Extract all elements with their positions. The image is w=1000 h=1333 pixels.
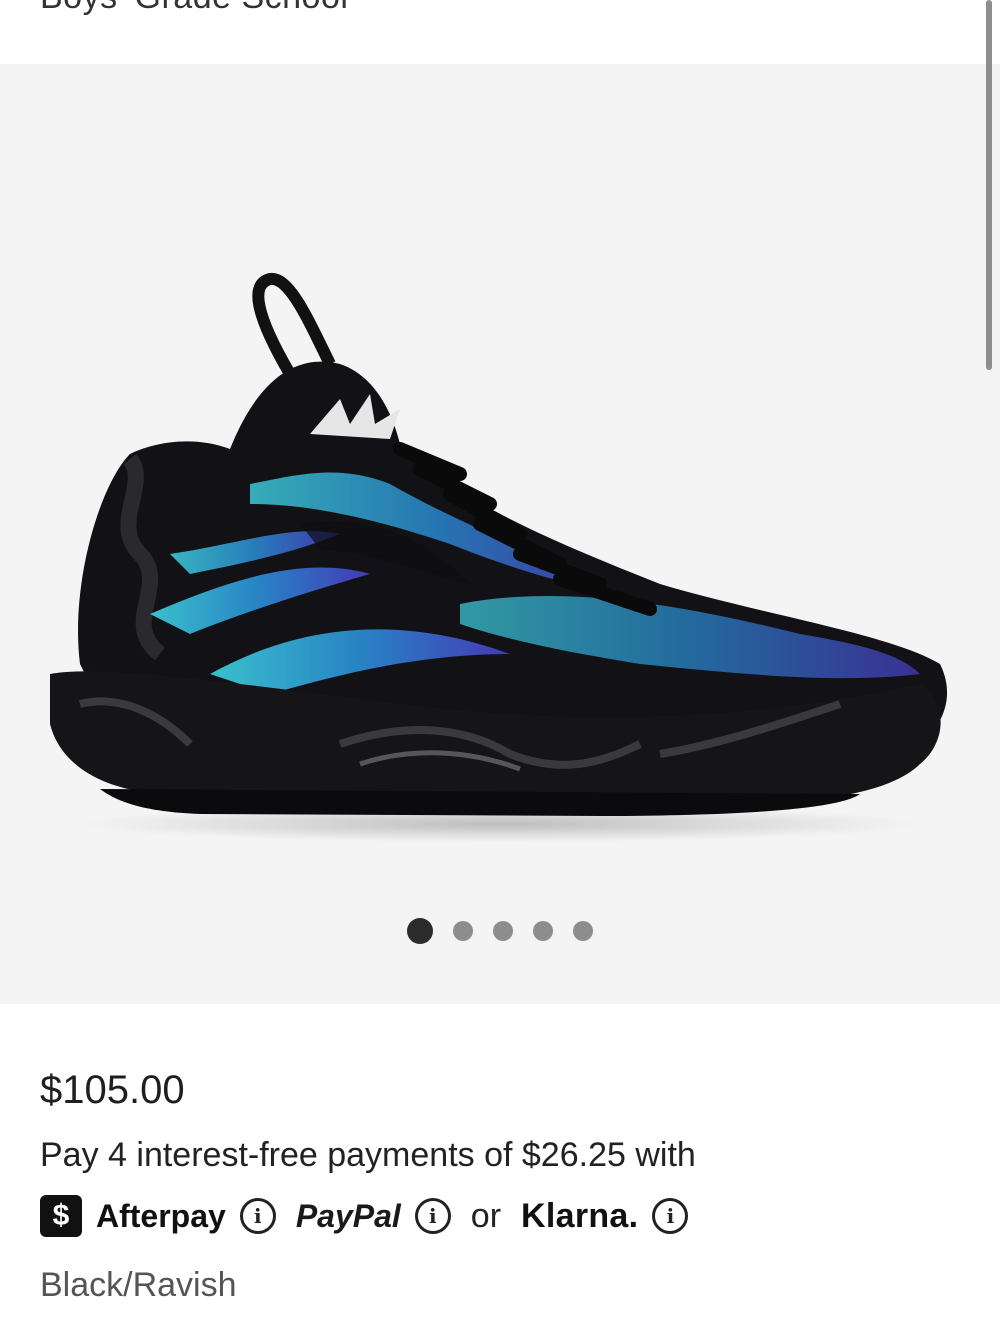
klarna-info-icon[interactable]: i xyxy=(652,1198,689,1234)
product-color: Black/Ravish xyxy=(40,1266,237,1304)
pagination-dot-3[interactable] xyxy=(493,921,513,941)
afterpay-label: Afterpay xyxy=(96,1197,226,1234)
pagination-dot-4[interactable] xyxy=(533,921,553,941)
afterpay-info-icon[interactable]: i xyxy=(239,1198,276,1234)
image-pagination xyxy=(0,916,1000,946)
paypal-info-icon[interactable]: i xyxy=(414,1198,451,1234)
or-separator: or xyxy=(470,1196,502,1235)
klarna-label: Klarna. xyxy=(521,1196,639,1235)
pagination-dot-5[interactable] xyxy=(573,921,593,941)
page-scrollbar[interactable] xyxy=(986,0,992,370)
paypal-label: PayPal xyxy=(295,1197,401,1234)
afterpay-logo-icon: $ xyxy=(40,1195,82,1237)
product-subtitle: Boys' Grade School xyxy=(40,0,348,17)
installment-text: Pay 4 interest-free payments of $26.25 w… xyxy=(40,1136,696,1174)
payment-providers: $ Afterpay i PayPal i or Klarna. i xyxy=(40,1194,689,1238)
product-info: $105.00 Pay 4 interest-free payments of … xyxy=(0,1004,1000,1333)
sneaker-illustration xyxy=(50,273,948,842)
product-image[interactable] xyxy=(40,224,960,854)
product-gallery[interactable] xyxy=(0,64,1000,1004)
pagination-dot-1[interactable] xyxy=(407,918,433,944)
product-price: $105.00 xyxy=(40,1068,185,1112)
header-strip: Boys' Grade School xyxy=(0,0,1000,64)
pagination-dot-2[interactable] xyxy=(453,921,473,941)
